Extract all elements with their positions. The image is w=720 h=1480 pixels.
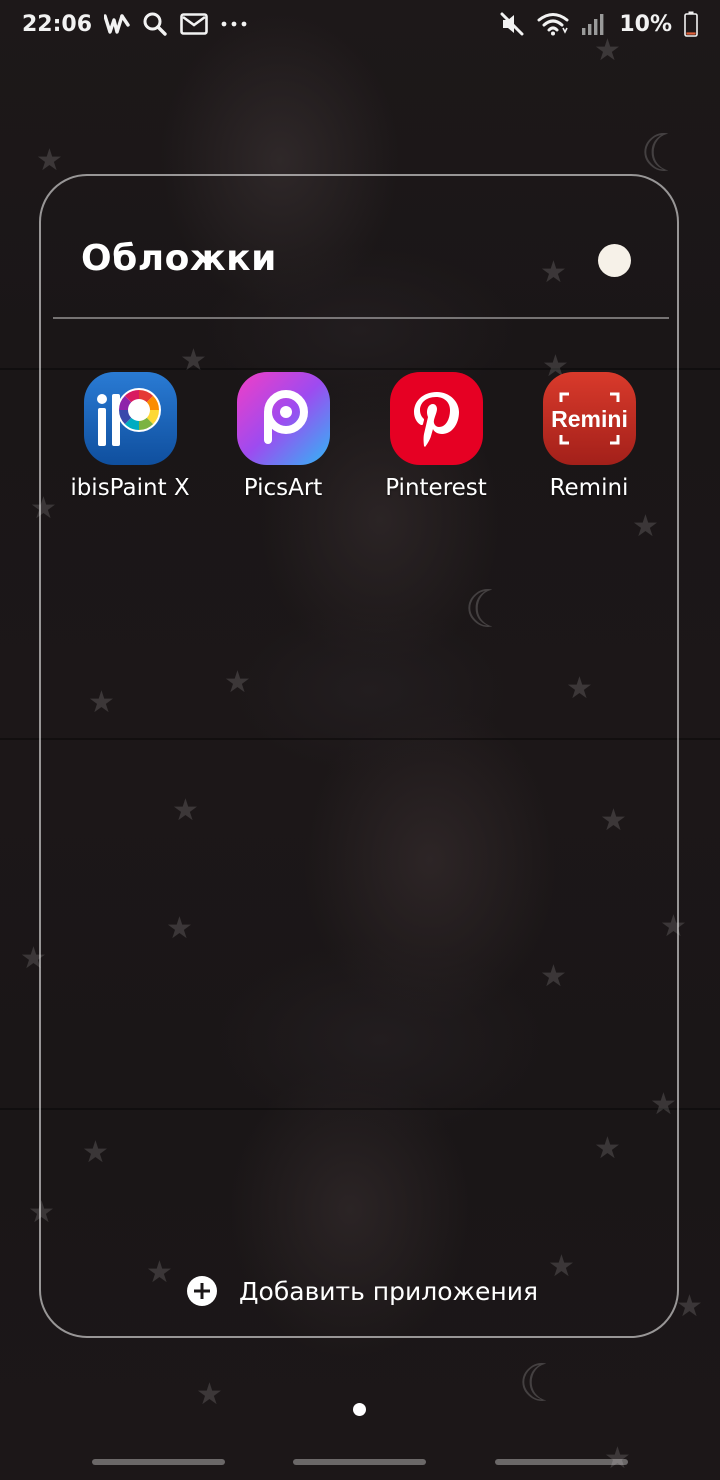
- app-label: Pinterest: [385, 475, 487, 501]
- nav-hint-recents[interactable]: [92, 1459, 225, 1465]
- battery-percent: 10%: [619, 11, 672, 37]
- app-ibispaint[interactable]: ibisPaint X: [55, 372, 205, 501]
- status-bar-left: 22:06: [22, 10, 248, 38]
- app-pinterest[interactable]: Pinterest: [361, 372, 511, 501]
- wifi-icon: [537, 10, 569, 38]
- star-decoration: ★: [196, 1377, 223, 1412]
- folder-divider: [53, 317, 669, 319]
- plus-circle-icon: [187, 1276, 217, 1306]
- app-remini[interactable]: Remini Remini: [514, 372, 664, 501]
- remini-icon-text: Remini: [551, 406, 628, 432]
- search-icon: [142, 10, 168, 38]
- w-app-icon: [104, 10, 130, 38]
- folder-title[interactable]: Обложки: [81, 238, 277, 279]
- star-decoration: ★: [36, 143, 63, 178]
- app-label: Remini: [549, 475, 629, 501]
- app-label: PicsArt: [243, 475, 323, 501]
- clock: 22:06: [22, 11, 93, 37]
- app-picsart[interactable]: PicsArt: [208, 372, 358, 501]
- battery-icon: [684, 10, 698, 38]
- moon-decoration: ☾: [518, 1354, 565, 1414]
- mute-icon: [499, 10, 525, 38]
- signal-icon: [581, 10, 605, 38]
- add-apps-label: Добавить приложения: [239, 1276, 539, 1306]
- add-apps-button[interactable]: Добавить приложения: [187, 1276, 538, 1306]
- star-decoration: ★: [676, 1289, 703, 1324]
- moon-decoration: ☾: [640, 124, 687, 184]
- more-dots-icon: [220, 10, 248, 38]
- folder-color-button[interactable]: [598, 244, 631, 277]
- remini-icon: Remini: [542, 372, 636, 465]
- picsart-icon: [236, 372, 330, 465]
- app-label: ibisPaint X: [70, 475, 190, 501]
- app-folder: Обложки ibisPaint X PicsArt Pinterest Re…: [39, 174, 679, 1338]
- page-indicator-dot: [353, 1403, 366, 1416]
- nav-hint-home[interactable]: [293, 1459, 426, 1465]
- nav-hint-back[interactable]: [495, 1459, 628, 1465]
- status-bar-right: 10%: [499, 10, 698, 38]
- pinterest-icon: [389, 372, 483, 465]
- status-bar: 22:06 10%: [0, 0, 720, 48]
- folder-apps: ibisPaint X PicsArt Pinterest Remini Rem…: [41, 372, 677, 512]
- mail-icon: [180, 10, 208, 38]
- ibispaint-icon: [83, 372, 177, 465]
- navigation-bar: [0, 1459, 720, 1469]
